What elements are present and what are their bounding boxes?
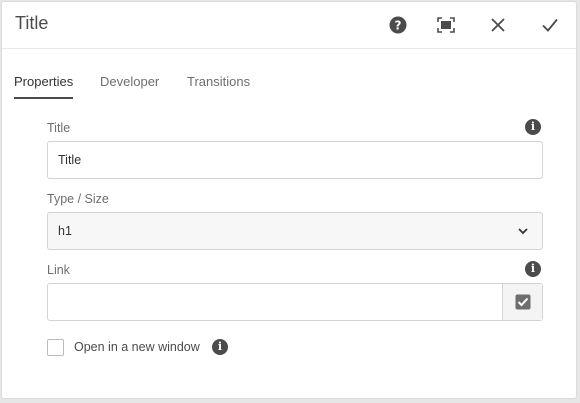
open-new-window-checkbox[interactable] [47,339,64,356]
new-window-info-icon[interactable]: i [212,339,228,355]
fullscreen-icon [437,17,455,33]
dialog-header: Title ? [2,2,576,49]
title-label: Title [47,121,71,135]
checkmark-icon [542,18,558,32]
type-size-value: h1 [58,224,72,238]
title-field-wrapper [47,141,543,179]
select-checkbox-icon [515,294,530,310]
link-field-wrapper [47,283,543,321]
link-picker-button[interactable] [502,284,542,320]
help-circle-icon: ? [389,16,407,34]
link-input[interactable] [48,284,503,320]
type-size-select[interactable]: h1 [47,212,543,250]
type-size-label: Type / Size [47,192,109,206]
link-label: Link [47,263,70,277]
close-button[interactable] [486,13,510,37]
open-new-window-label[interactable]: Open in a new window [74,340,200,354]
tab-bar: Properties Developer Transitions [2,64,576,102]
done-button[interactable] [538,13,562,37]
dialog: Title ? Properties Developer Transitions… [1,1,577,399]
tab-developer[interactable]: Developer [100,74,159,97]
chevron-down-icon [518,228,528,235]
tab-properties[interactable]: Properties [14,74,74,99]
title-input[interactable] [48,142,542,178]
svg-text:?: ? [395,19,402,33]
fullscreen-button[interactable] [434,13,458,37]
help-button[interactable]: ? [386,13,410,37]
close-icon [491,18,505,32]
dialog-title: Title [15,13,49,33]
tab-transitions[interactable]: Transitions [187,74,250,97]
link-info-icon[interactable]: i [525,261,541,277]
title-info-icon[interactable]: i [525,119,541,135]
